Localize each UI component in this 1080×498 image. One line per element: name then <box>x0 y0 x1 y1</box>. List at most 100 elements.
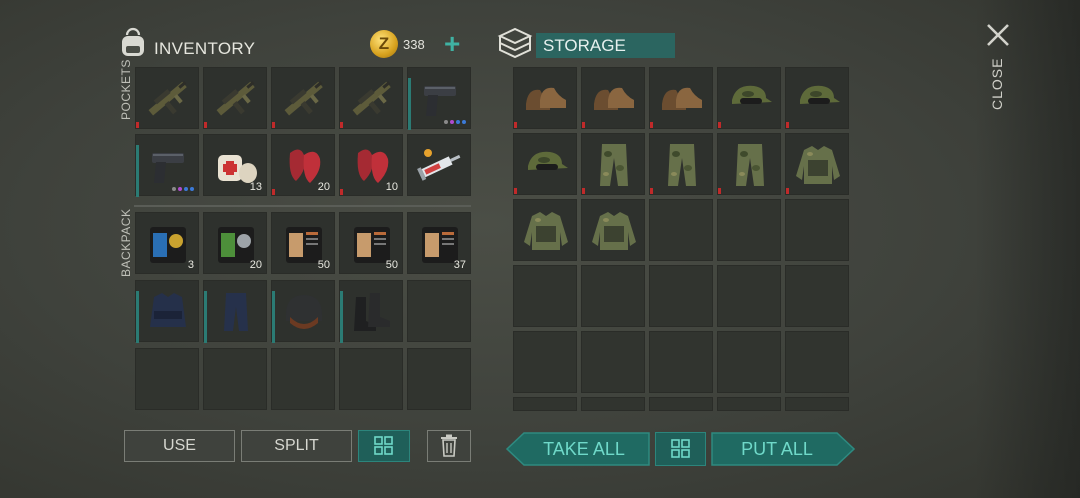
empty-slot[interactable] <box>785 331 849 393</box>
storage-box-icon <box>497 27 533 59</box>
item-slot-camo-jacket[interactable] <box>513 199 577 261</box>
item-slot-combat-boots[interactable] <box>339 280 403 343</box>
close-label[interactable]: CLOSE <box>989 58 1005 110</box>
item-slot-syringe[interactable] <box>407 134 471 196</box>
item-slot-red-cloth[interactable]: 10 <box>339 134 403 196</box>
camo-jacket-icon <box>524 212 568 250</box>
condition-marker <box>582 188 585 194</box>
condition-marker <box>340 189 343 195</box>
item-slot-boots[interactable] <box>649 67 713 129</box>
item-slot-document[interactable]: 50 <box>339 212 403 274</box>
assault-rifle-icon <box>284 81 323 116</box>
item-slot-police-pants[interactable] <box>203 280 267 343</box>
equip-marker <box>136 145 139 197</box>
camo-cap-icon <box>800 85 840 104</box>
item-quantity: 13 <box>249 181 262 193</box>
camo-cap-icon <box>732 85 772 104</box>
item-slot-police-badge-blue[interactable]: 3 <box>135 212 199 274</box>
item-slot-assault-rifle[interactable] <box>203 67 267 129</box>
backpack-label: BACKPACK <box>119 208 133 277</box>
trash-button[interactable] <box>427 430 471 462</box>
empty-slot[interactable] <box>271 348 335 410</box>
condition-marker <box>204 122 207 128</box>
condition-marker <box>786 122 789 128</box>
put-all-label: PUT ALL <box>741 439 813 459</box>
sort-button[interactable] <box>358 430 410 462</box>
item-slot-camo-cap[interactable] <box>717 67 781 129</box>
police-badge-blue-icon <box>150 227 186 263</box>
empty-slot[interactable] <box>649 265 713 327</box>
item-slot-camo-cap[interactable] <box>785 67 849 129</box>
empty-slot[interactable] <box>581 331 645 393</box>
empty-slot[interactable] <box>407 280 471 342</box>
empty-slot[interactable] <box>649 397 713 411</box>
storage-sort-button[interactable] <box>655 432 706 466</box>
equip-marker <box>340 291 343 343</box>
close-icon[interactable] <box>985 22 1011 48</box>
item-slot-assault-rifle[interactable] <box>339 67 403 129</box>
item-slot-camo-pants[interactable] <box>649 133 713 195</box>
item-quantity: 20 <box>249 259 262 271</box>
empty-slot[interactable] <box>785 397 849 411</box>
item-slot-police-vest[interactable] <box>135 280 199 343</box>
item-slot-camo-cap[interactable] <box>513 133 577 195</box>
equip-marker <box>136 291 139 343</box>
item-slot-badge-green[interactable]: 20 <box>203 212 267 274</box>
condition-marker <box>718 188 721 194</box>
coin-icon: Z <box>370 30 398 58</box>
pockets-label: POCKETS <box>119 59 133 120</box>
item-slot-assault-rifle[interactable] <box>271 67 335 129</box>
syringe-icon <box>417 149 461 181</box>
item-slot-camo-pants[interactable] <box>717 133 781 195</box>
empty-slot[interactable] <box>717 397 781 411</box>
condition-marker <box>340 122 343 128</box>
condition-marker <box>650 188 653 194</box>
use-button[interactable]: USE <box>124 430 235 462</box>
attachment-dots <box>444 120 466 124</box>
empty-slot[interactable] <box>513 265 577 327</box>
grid-sort-icon <box>670 439 690 458</box>
condition-marker <box>582 122 585 128</box>
camo-pants-icon <box>736 144 764 186</box>
empty-slot[interactable] <box>581 265 645 327</box>
item-slot-camo-jacket[interactable] <box>785 133 849 195</box>
grid-sort-icon <box>374 436 393 455</box>
empty-slot[interactable] <box>649 199 713 261</box>
empty-slot[interactable] <box>785 199 849 261</box>
empty-slot[interactable] <box>135 348 199 410</box>
empty-slot[interactable] <box>203 348 267 410</box>
item-slot-document[interactable]: 50 <box>271 212 335 274</box>
item-slot-pistol[interactable] <box>135 134 199 197</box>
item-slot-camo-pants[interactable] <box>581 133 645 195</box>
split-button[interactable]: SPLIT <box>241 430 352 462</box>
empty-slot[interactable] <box>785 265 849 327</box>
equip-marker <box>204 291 207 343</box>
take-all-button[interactable]: TAKE ALL <box>506 432 650 466</box>
item-slot-red-cloth[interactable]: 20 <box>271 134 335 196</box>
put-all-button[interactable]: PUT ALL <box>711 432 855 466</box>
item-slot-pistol[interactable] <box>407 67 471 130</box>
empty-slot[interactable] <box>717 199 781 261</box>
item-slot-assault-rifle[interactable] <box>135 67 199 129</box>
condition-marker <box>718 122 721 128</box>
item-slot-riot-helmet[interactable] <box>271 280 335 343</box>
empty-slot[interactable] <box>513 397 577 411</box>
empty-slot[interactable] <box>717 265 781 327</box>
item-slot-camo-jacket[interactable] <box>581 199 645 261</box>
empty-slot[interactable] <box>717 331 781 393</box>
condition-marker <box>514 188 517 194</box>
empty-slot[interactable] <box>339 348 403 410</box>
item-slot-bandage[interactable]: 13 <box>203 134 267 196</box>
empty-slot[interactable] <box>513 331 577 393</box>
empty-slot[interactable] <box>407 348 471 410</box>
section-divider <box>134 205 471 207</box>
assault-rifle-icon <box>148 81 187 116</box>
item-slot-boots[interactable] <box>581 67 645 129</box>
empty-slot[interactable] <box>649 331 713 393</box>
item-slot-boots[interactable] <box>513 67 577 129</box>
add-coins-button[interactable]: + <box>444 30 460 58</box>
item-quantity: 50 <box>317 259 330 271</box>
item-slot-document[interactable]: 37 <box>407 212 471 274</box>
empty-slot[interactable] <box>581 397 645 411</box>
item-quantity: 10 <box>385 181 398 193</box>
